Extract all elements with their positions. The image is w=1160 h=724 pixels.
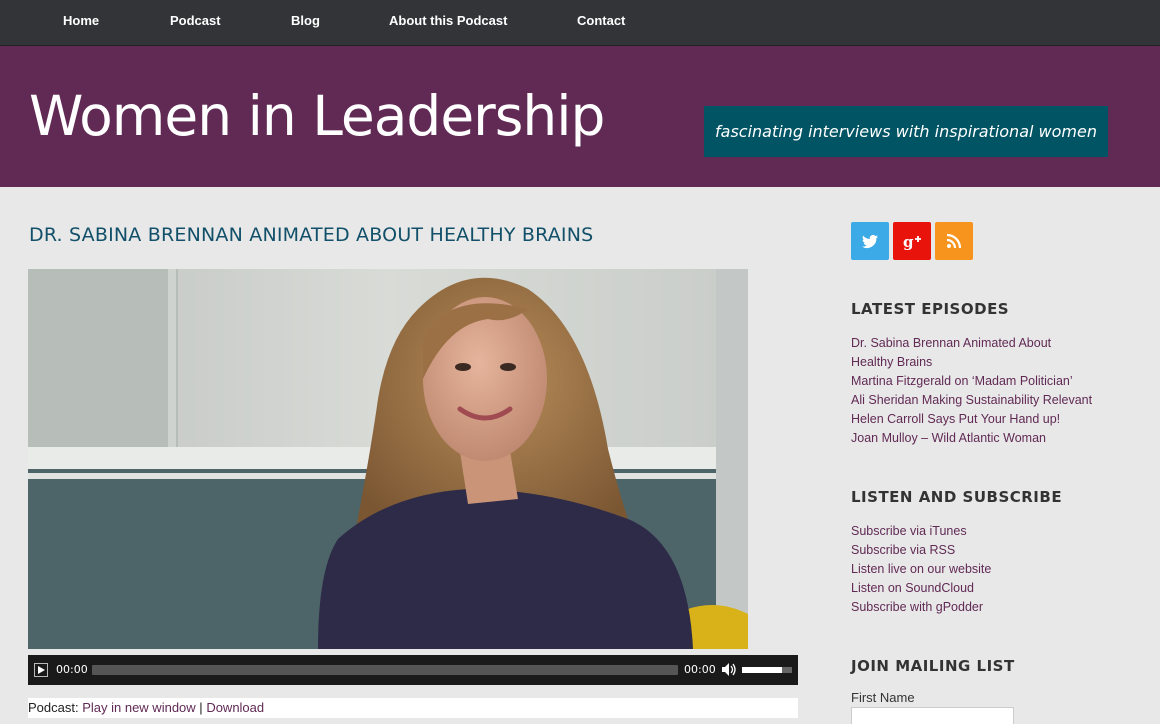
download-link[interactable]: Download [206, 700, 264, 715]
list-item: Dr. Sabina Brennan Animated About Healthy… [851, 334, 1092, 372]
play-button[interactable] [34, 663, 48, 677]
site-header: Women in Leadership fascinating intervie… [0, 46, 1160, 187]
nav-podcast[interactable]: Podcast [170, 0, 221, 42]
duration: 00:00 [684, 663, 716, 676]
episode-link[interactable]: Dr. Sabina Brennan Animated About Healthy… [851, 336, 1051, 369]
subscribe-rss-link[interactable]: Subscribe via RSS [851, 543, 955, 557]
listen-live-link[interactable]: Listen live on our website [851, 562, 991, 576]
first-name-input[interactable] [851, 707, 1014, 724]
mailing-list-heading: JOIN MAILING LIST [851, 657, 1015, 675]
volume-level [742, 667, 782, 673]
episode-link[interactable]: Joan Mulloy – Wild Atlantic Woman [851, 431, 1046, 445]
link-separator: | [199, 700, 203, 715]
episode-link-line1: Dr. Sabina Brennan Animated About [851, 336, 1052, 350]
list-item: Ali Sheridan Making Sustainability Relev… [851, 391, 1092, 410]
list-item: Listen live on our website [851, 560, 991, 579]
episode-link[interactable]: Helen Carroll Says Put Your Hand up! [851, 412, 1060, 426]
rss-button[interactable] [935, 222, 973, 260]
first-name-label: First Name [851, 690, 915, 705]
svg-text:g: g [903, 233, 914, 251]
gpodder-link[interactable]: Subscribe with gPodder [851, 600, 983, 614]
list-item: Subscribe with gPodder [851, 598, 991, 617]
nav-home[interactable]: Home [63, 0, 99, 42]
episode-link[interactable]: Martina Fitzgerald on ‘Madam Politician’ [851, 374, 1073, 388]
top-navigation: Home Podcast Blog About this Podcast Con… [0, 0, 1160, 46]
twitter-button[interactable] [851, 222, 889, 260]
subscribe-list: Subscribe via iTunes Subscribe via RSS L… [851, 522, 991, 617]
twitter-icon [862, 234, 878, 249]
episode-link[interactable]: Ali Sheridan Making Sustainability Relev… [851, 393, 1092, 407]
google-plus-icon: g [903, 233, 921, 251]
play-new-window-link[interactable]: Play in new window [82, 700, 195, 715]
list-item: Listen on SoundCloud [851, 579, 991, 598]
list-item: Joan Mulloy – Wild Atlantic Woman [851, 429, 1092, 448]
audio-player: 00:00 00:00 [28, 655, 798, 685]
latest-episodes-list: Dr. Sabina Brennan Animated About Healthy… [851, 334, 1092, 448]
nav-blog[interactable]: Blog [291, 0, 320, 42]
soundcloud-link[interactable]: Listen on SoundCloud [851, 581, 974, 595]
latest-episodes-heading: LATEST EPISODES [851, 300, 1010, 318]
seek-bar[interactable] [92, 665, 678, 675]
site-tagline: fascinating interviews with inspirationa… [704, 106, 1108, 157]
list-item: Subscribe via RSS [851, 541, 991, 560]
list-item: Martina Fitzgerald on ‘Madam Politician’ [851, 372, 1092, 391]
current-time: 00:00 [56, 663, 88, 676]
list-item: Helen Carroll Says Put Your Hand up! [851, 410, 1092, 429]
list-item: Subscribe via iTunes [851, 522, 991, 541]
podcast-prefix: Podcast: [28, 700, 79, 715]
podcast-links: Podcast: Play in new window | Download [28, 698, 798, 718]
site-title[interactable]: Women in Leadership [29, 84, 605, 148]
post-title[interactable]: DR. SABINA BRENNAN ANIMATED ABOUT HEALTH… [29, 224, 593, 246]
nav-contact[interactable]: Contact [577, 0, 625, 42]
listen-subscribe-heading: LISTEN AND SUBSCRIBE [851, 488, 1063, 506]
episode-link-line2: Healthy Brains [851, 355, 933, 369]
volume-slider[interactable] [742, 667, 792, 673]
nav-about[interactable]: About this Podcast [389, 0, 507, 42]
subscribe-itunes-link[interactable]: Subscribe via iTunes [851, 524, 967, 538]
rss-icon [946, 233, 962, 249]
volume-icon[interactable] [721, 662, 736, 677]
featured-image [28, 269, 748, 649]
google-plus-button[interactable]: g [893, 222, 931, 260]
